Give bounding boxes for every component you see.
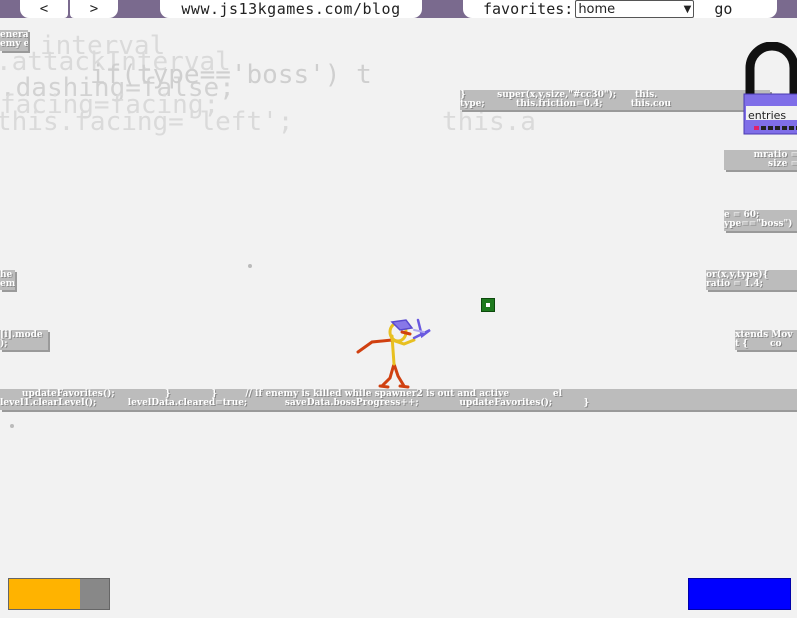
purple-helmet <box>390 319 414 331</box>
code-platform: or(x,y,type){ratio = 1.4; <box>706 270 797 290</box>
code-platform: enera emy e <box>0 30 28 51</box>
player-character <box>356 318 431 389</box>
code-platform: e = 60; ype=="boss") <box>724 210 797 231</box>
forward-button[interactable]: > <box>70 0 118 18</box>
player-leg <box>392 362 406 388</box>
health-bar <box>8 578 110 610</box>
code-platform: [i].mode); <box>0 330 48 350</box>
go-button[interactable]: go <box>714 0 732 18</box>
code-platform: mratio = size = <box>724 150 797 170</box>
background-code-7: this.a <box>442 107 536 137</box>
back-button[interactable]: < <box>20 0 68 18</box>
background-code-6: this.facing='left'; <box>0 107 294 137</box>
chevron-down-icon: ▼ <box>683 3 692 15</box>
lock-icon[interactable] <box>742 42 797 137</box>
purple-blade <box>412 318 431 340</box>
player-leg <box>380 362 396 388</box>
url-display: www.js13kgames.com/blog <box>160 0 422 18</box>
player-arm <box>356 338 394 354</box>
particle <box>248 264 252 268</box>
particle <box>10 424 14 428</box>
top-nav-bar: < > www.js13kgames.com/blog favorites: h… <box>0 0 797 18</box>
code-platform: heemi <box>0 270 15 290</box>
entries-label: entries <box>748 109 787 122</box>
code-platform: xtends Mov t { co <box>735 330 797 350</box>
favorites-bar: favorites: home ▼ go <box>463 0 777 18</box>
health-bar-fill <box>9 579 80 609</box>
code-platform: } super(x,y,size,"#cc30"); this. type; th… <box>460 90 770 110</box>
energy-bar <box>688 578 791 610</box>
favorites-select[interactable]: home ▼ <box>575 0 695 18</box>
green-collectible <box>481 298 495 312</box>
favorites-label: favorites: <box>483 0 574 18</box>
favorites-selected-value: home <box>578 1 616 17</box>
background-code-4: if(type=='boss') t <box>90 60 372 90</box>
